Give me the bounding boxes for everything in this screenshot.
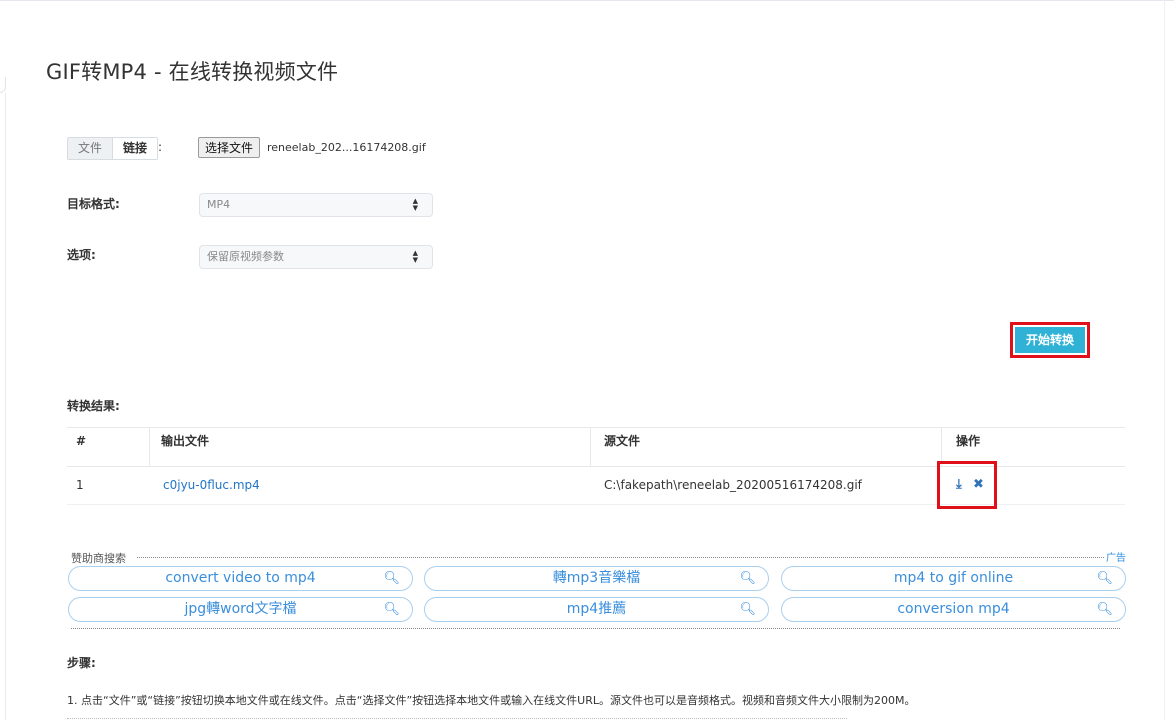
selected-file-name: reneelab_202...16174208.gif: [267, 141, 426, 154]
sponsor-search-link[interactable]: convert video to mp4 🔍︎: [68, 566, 413, 591]
top-border: [0, 0, 1174, 1]
sponsor-search-link[interactable]: mp4推薦 🔍︎: [424, 597, 769, 622]
format-label: 目标格式:: [67, 197, 120, 211]
ad-label: 广告: [1106, 553, 1126, 564]
output-file-link[interactable]: c0jyu-0fluc.mp4: [154, 467, 260, 503]
sponsor-bottom-divider: [71, 628, 1120, 629]
right-edge: [1164, 0, 1165, 720]
source-file-path: C:\fakepath\reneelab_20200516174208.gif: [604, 478, 862, 492]
search-icon: 🔍︎: [739, 571, 756, 586]
search-icon: 🔍︎: [739, 602, 756, 617]
sponsor-search-link[interactable]: conversion mp4 🔍︎: [781, 597, 1126, 622]
format-select[interactable]: MP4 ▲ ▼: [199, 193, 433, 217]
select-arrows-icon: ▲ ▼: [412, 249, 418, 264]
sponsor-search-link[interactable]: mp4 to gif online 🔍︎: [781, 566, 1126, 591]
col-source: 源文件: [604, 434, 641, 448]
search-icon: 🔍︎: [383, 602, 400, 617]
results-label: 转换结果:: [67, 399, 120, 413]
options-select-value: 保留原视频参数: [207, 250, 284, 263]
choose-file-button[interactable]: 选择文件: [198, 137, 261, 158]
search-icon: 🔍︎: [1096, 571, 1113, 586]
sponsor-search-link[interactable]: jpg轉word文字檔 🔍︎: [68, 597, 413, 622]
download-icon[interactable]: ⤓: [956, 477, 962, 492]
col-output: 输出文件: [161, 434, 210, 448]
tab-link[interactable]: 链接: [113, 138, 158, 159]
source-colon: :: [158, 140, 163, 154]
steps-label: 步骤:: [67, 656, 96, 670]
step-1-text: 1. 点击“文件”或“链接”按钮切换本地文件或在线文件。点击“选择文件”按钮选择…: [67, 694, 916, 707]
options-select[interactable]: 保留原视频参数 ▲ ▼: [199, 245, 433, 269]
row-index: 1: [76, 478, 84, 492]
row-actions-highlight: ⤓ ✖: [937, 461, 997, 509]
step-2-text-cut-off: [67, 714, 847, 720]
select-arrows-icon: ▲ ▼: [412, 197, 418, 212]
col-index: #: [76, 434, 87, 448]
start-button-highlight: 开始转换: [1010, 322, 1090, 358]
sponsor-divider: [137, 557, 1104, 558]
options-label: 选项:: [67, 248, 96, 262]
sponsor-label: 赞助商搜索: [71, 552, 126, 565]
format-select-value: MP4: [207, 198, 231, 211]
sponsor-search-link[interactable]: 轉mp3音樂檔 🔍︎: [424, 566, 769, 591]
tab-file[interactable]: 文件: [68, 138, 114, 159]
page-title: GIF转MP4 - 在线转换视频文件: [46, 60, 339, 84]
search-icon: 🔍︎: [1096, 602, 1113, 617]
search-icon: 🔍︎: [383, 571, 400, 586]
left-edge: [0, 0, 6, 720]
start-convert-button[interactable]: 开始转换: [1015, 327, 1085, 353]
source-toggle: 文件 链接: [67, 137, 159, 160]
close-icon[interactable]: ✖: [973, 477, 984, 492]
